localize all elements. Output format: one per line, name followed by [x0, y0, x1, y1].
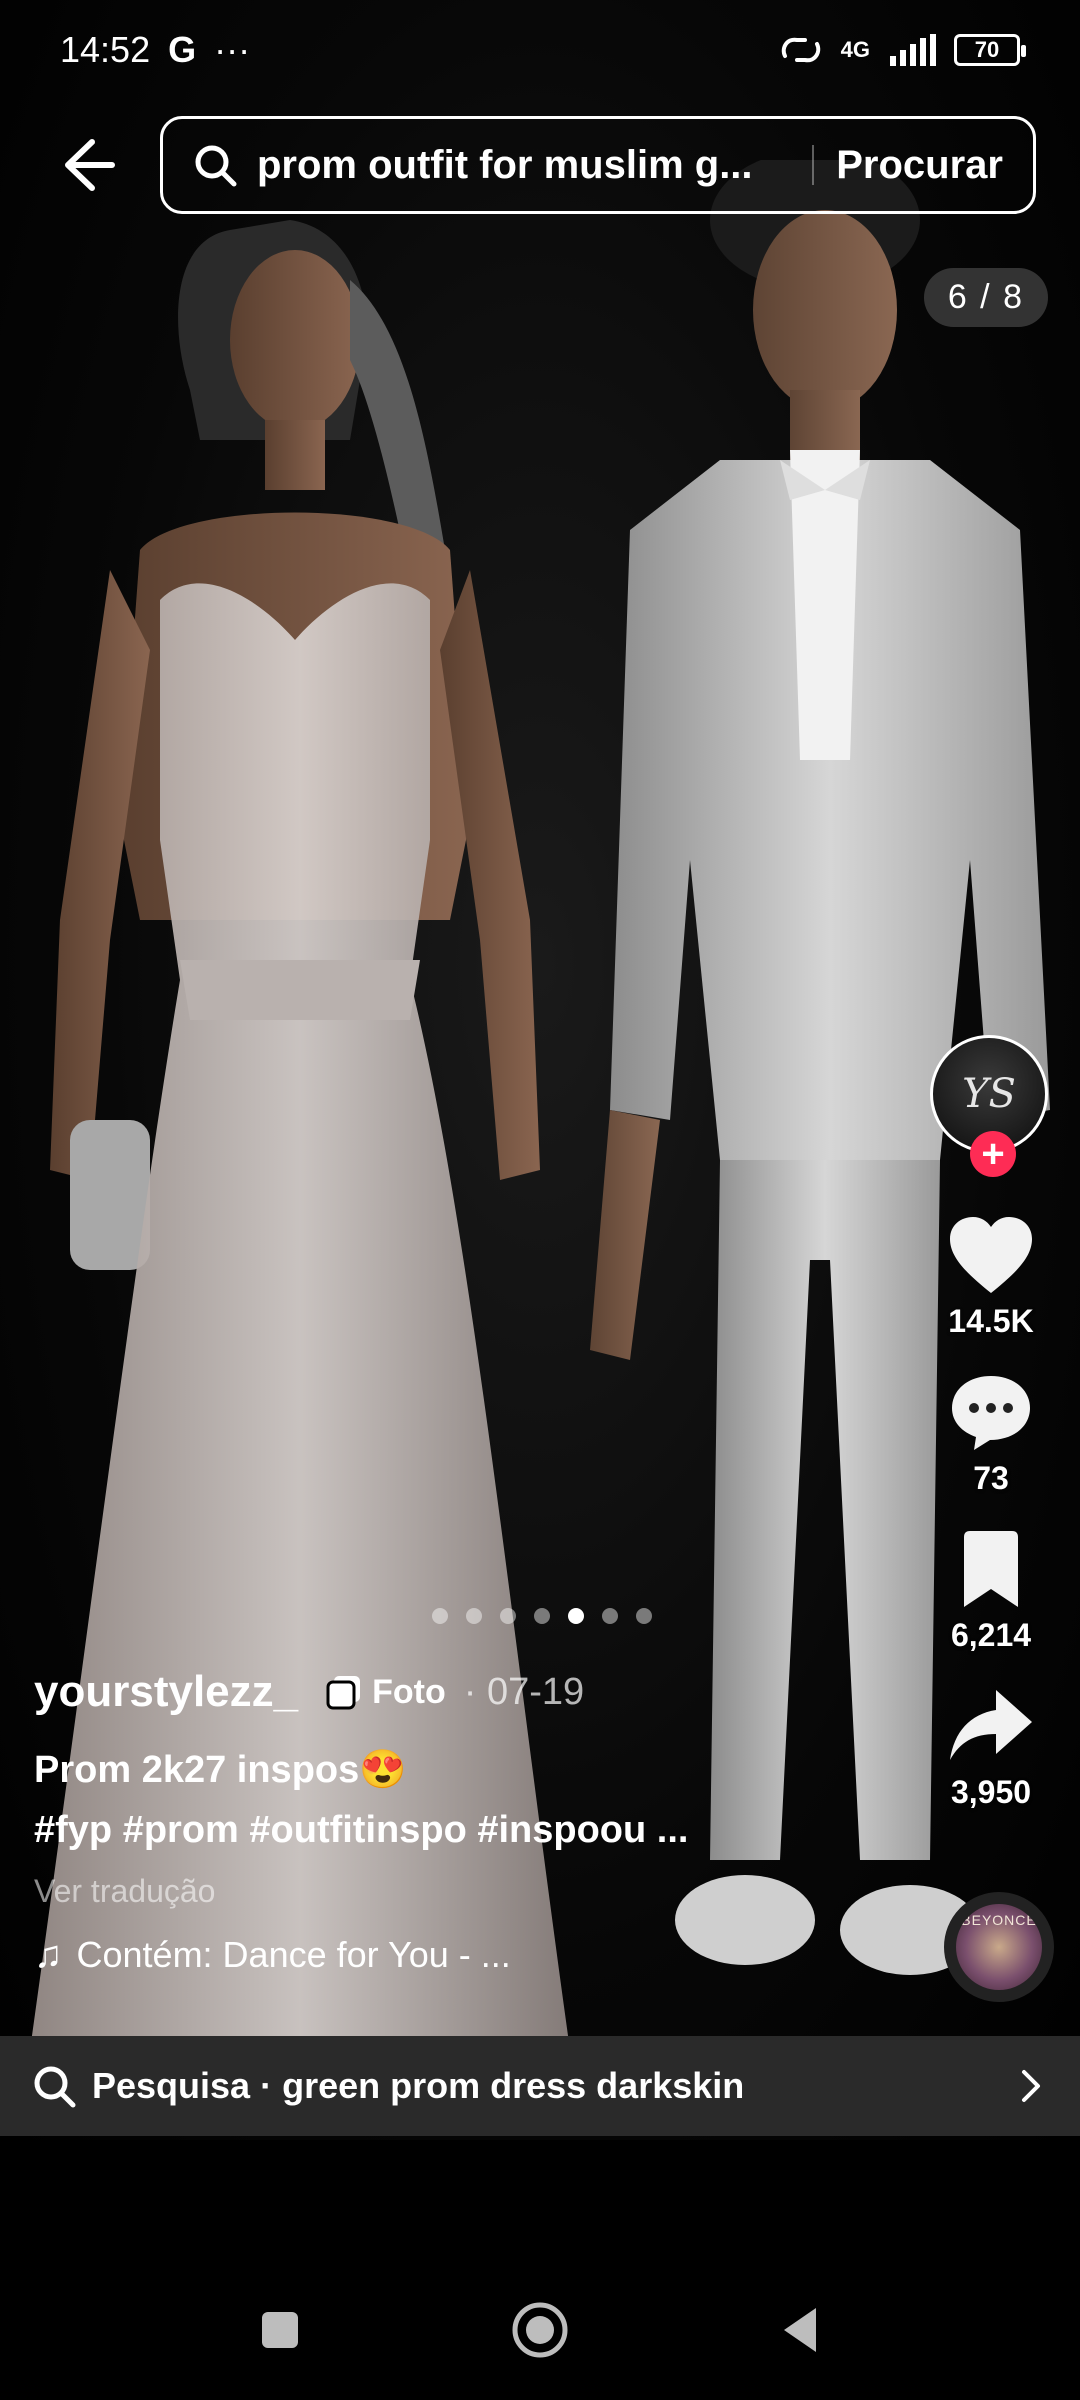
google-icon: G	[168, 29, 197, 70]
battery-level: 70	[974, 37, 1000, 62]
search-box[interactable]: prom outfit for muslim g... Procurar	[160, 116, 1036, 214]
carousel-dot	[602, 1608, 618, 1624]
music-disc-label: BEYONCÉ	[961, 1912, 1037, 1928]
triangle-back-icon	[784, 2308, 816, 2352]
photo-badge-label: Foto	[372, 1672, 446, 1711]
music-title: Contém: Dance for You - ...	[76, 1934, 511, 1975]
home-circle-icon	[512, 2302, 568, 2358]
carousel-dot	[466, 1608, 482, 1624]
photo-stack-icon	[326, 1676, 361, 1710]
signal-icon	[890, 34, 936, 66]
music-disc[interactable]: BEYONCÉ	[944, 1892, 1054, 2002]
back-arrow-icon[interactable]	[52, 132, 118, 198]
like-action[interactable]: 14.5K	[946, 1213, 1036, 1340]
action-column: YS + 14.5K 73 6,214 3,950	[916, 1035, 1066, 1841]
search-icon	[195, 145, 237, 187]
home-button[interactable]	[505, 2295, 575, 2365]
author-username[interactable]: yourstylezz_	[34, 1667, 298, 1717]
heart-icon	[950, 1217, 1032, 1293]
post-date: · 07-19	[463, 1670, 585, 1713]
status-bar: 14:52 G ··· 4G 70	[0, 0, 1080, 100]
carousel-dots	[432, 1608, 652, 1624]
comment-icon	[952, 1376, 1030, 1450]
share-count: 3,950	[950, 1774, 1032, 1810]
comment-count: 73	[973, 1460, 1009, 1496]
save-action[interactable]: 6,214	[946, 1527, 1036, 1654]
carousel-dot	[534, 1608, 550, 1624]
status-time: 14:52	[60, 29, 151, 70]
translate-link[interactable]: Ver tradução	[34, 1866, 794, 1916]
share-action[interactable]: 3,950	[946, 1684, 1036, 1811]
music-note-icon: ♫	[34, 1934, 63, 1976]
author-row: yourstylezz_ Foto · 07-19	[34, 1662, 794, 1722]
carousel-dot	[636, 1608, 652, 1624]
follow-plus-button[interactable]: +	[970, 1131, 1016, 1177]
more-notifications-icon: ···	[214, 29, 251, 70]
hotspot-icon	[781, 37, 820, 63]
search-input[interactable]: prom outfit for muslim g...	[257, 143, 790, 188]
post-description: Prom 2k27 inspos😍	[34, 1749, 407, 1791]
carousel-dot	[568, 1608, 584, 1624]
search-icon	[34, 2066, 76, 2108]
post-caption: yourstylezz_ Foto · 07-19 Prom 2k27 insp…	[34, 1662, 794, 1980]
music-row[interactable]: ♫ Contém: Dance for You - ...	[34, 1930, 794, 1980]
back-button[interactable]	[765, 2295, 835, 2365]
share-arrow-icon	[950, 1690, 1032, 1760]
system-nav-bar	[0, 2260, 1080, 2400]
post-hashtags[interactable]: #fyp #prom #outfitinspo #inspoou ...	[34, 1800, 794, 1860]
square-icon	[262, 2312, 298, 2348]
creator-avatar-wrap[interactable]: YS +	[930, 1035, 1052, 1185]
bookmark-icon	[964, 1531, 1018, 1607]
chevron-right-icon	[1022, 2070, 1040, 2102]
photo-page-counter: 6 / 8	[923, 268, 1048, 327]
recents-button[interactable]	[245, 2295, 315, 2365]
battery-icon: 70	[954, 34, 1026, 66]
like-count: 14.5K	[948, 1303, 1034, 1339]
photo-badge: Foto	[324, 1672, 446, 1712]
search-submit-button[interactable]: Procurar	[836, 143, 1003, 188]
search-header: prom outfit for muslim g... Procurar	[0, 110, 1080, 220]
search-suggestion-bar[interactable]: Pesquisa · green prom dress darkskin	[0, 2036, 1080, 2136]
comment-action[interactable]: 73	[946, 1370, 1036, 1497]
network-type-label: 4G	[840, 37, 870, 62]
search-suggestion-text: Pesquisa · green prom dress darkskin	[92, 2065, 745, 2106]
save-count: 6,214	[950, 1617, 1032, 1653]
carousel-dot	[432, 1608, 448, 1624]
carousel-dot	[500, 1608, 516, 1624]
search-divider	[812, 145, 815, 185]
